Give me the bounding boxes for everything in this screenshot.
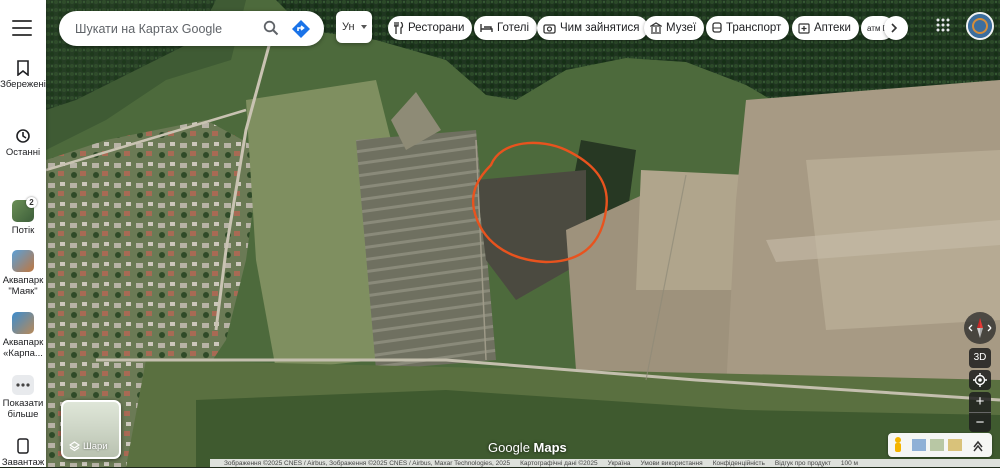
country-link[interactable]: Україна [608,460,631,467]
apps-grid-icon[interactable] [936,18,950,32]
terms-link[interactable]: Умови використання [641,460,703,467]
logo-maps: Maps [533,440,567,455]
directions-button[interactable] [288,16,314,42]
privacy-link[interactable]: Конфіденційність [713,460,765,467]
search-box[interactable]: Шукати на Картах Google [59,11,324,46]
recent-place-aquapark-mayak[interactable]: Аквапарк "Маяк" [0,250,46,297]
zoom-in-button[interactable]: + [969,392,991,412]
saved-button[interactable]: Збережені [0,60,46,90]
recent-place-potik[interactable]: 2 Потік [0,197,46,236]
layers-label: Шари [83,441,108,452]
imagery-thumb-1[interactable] [912,439,926,451]
satellite-map[interactable] [46,0,1000,467]
bed-icon [480,24,493,32]
place-thumbnail [12,250,34,272]
place-label: Потік [11,225,35,236]
chip-label: Чим зайнятися [560,22,640,34]
left-sidebar: Збережені Останні 2 Потік Аквапарк "Маяк… [0,0,46,468]
zoom-out-button[interactable]: − [969,412,991,433]
crosshair-icon [973,373,987,387]
account-avatar[interactable] [966,12,994,40]
chip-transport[interactable]: Транспорт [706,16,790,40]
dropdown-arrow-icon [361,25,367,29]
logo-google: Google [488,440,530,455]
chip-label: Музеї [666,22,697,34]
recent-place-aquapark-karpaty[interactable]: Аквапарк «Карпа... [0,312,46,359]
chip-hotels[interactable]: Готелі [474,16,538,40]
recent-label: Останні [5,147,41,158]
chips-next-button[interactable] [884,16,908,40]
map-footer: Зображення ©2025 CNES / Airbus, Зображен… [210,459,1000,467]
saved-label: Збережені [0,79,46,90]
download-app-button[interactable]: Завантаж [0,438,46,468]
bus-icon [712,22,722,33]
camera-icon [543,23,556,34]
show-more-label: Показати більше [2,398,44,420]
chip-pharmacies[interactable]: Аптеки [792,16,859,40]
map-data-attribution: Картографічні дані ©2025 [520,459,598,467]
zoom-controls: + − [969,392,991,432]
pharmacy-icon [798,23,810,34]
place-thumbnail [12,312,34,334]
fork-knife-icon [394,22,404,34]
place-label: Аквапарк "Маяк" [2,275,44,297]
museum-icon [650,22,662,34]
my-location-button[interactable] [969,370,991,390]
history-icon [16,129,30,143]
chip-label: Ресторани [408,22,465,34]
language-selector[interactable]: Ун [336,11,372,43]
download-label: Завантаж [1,457,45,468]
chip-restaurants[interactable]: Ресторани [388,16,473,40]
show-more-button[interactable]: Показати більше [0,375,46,420]
chip-label: Транспорт [726,22,782,34]
imagery-thumb-3[interactable] [948,439,962,451]
imagery-attribution: Зображення ©2025 CNES / Airbus, Зображен… [224,459,511,467]
chip-museums[interactable]: Музеї [644,16,705,40]
directions-icon [292,20,310,38]
place-thumbnail: 2 [12,197,37,222]
layers-icon [69,441,80,452]
feedback-link[interactable]: Відгук про продукт [775,460,831,467]
phone-icon [17,438,29,454]
bookmark-icon [17,60,29,76]
recent-button[interactable]: Останні [0,128,46,158]
compass-button[interactable] [964,312,996,344]
3d-toggle-button[interactable]: 3D [969,348,991,368]
chip-things-to-do[interactable]: Чим зайнятися [537,16,648,40]
street-view-bar [888,433,992,457]
pegman-icon[interactable] [895,437,901,452]
satellite-imagery [46,0,1000,467]
chip-label: Аптеки [814,22,851,34]
search-icon[interactable] [263,20,279,36]
compass-icon [968,318,992,338]
chevron-right-icon [891,23,898,33]
language-label: Ун [342,21,355,33]
layers-button[interactable]: Шари [61,400,121,459]
imagery-thumb-2[interactable] [930,439,944,451]
badge-count: 2 [26,197,37,208]
place-label: Аквапарк «Карпа... [2,337,44,359]
expand-chevron-icon[interactable] [973,440,983,452]
google-maps-logo: Google Maps [488,440,567,455]
search-input[interactable]: Шукати на Картах Google [75,22,222,36]
avatar-image [968,14,992,38]
more-dots-icon [12,375,34,395]
menu-icon[interactable] [12,20,32,36]
chip-label: Готелі [497,22,530,34]
scale-bar[interactable]: 100 м [841,460,858,467]
